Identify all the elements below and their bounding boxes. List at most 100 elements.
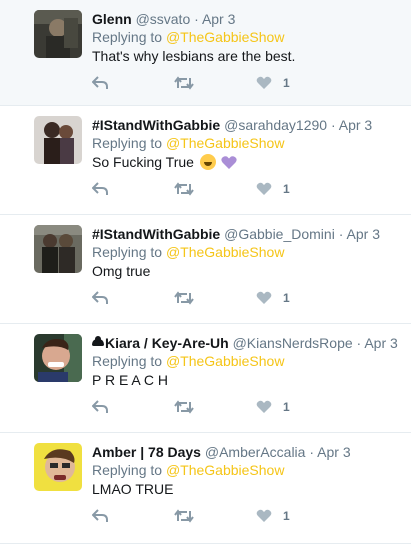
- mention-link[interactable]: @TheGabbieShow: [166, 462, 285, 478]
- mention-link[interactable]: @TheGabbieShow: [166, 244, 285, 260]
- replying-to: Replying to @TheGabbieShow: [92, 134, 284, 152]
- user-name[interactable]: #IStandWithGabbie: [92, 226, 220, 242]
- like-button[interactable]: 1: [256, 180, 290, 198]
- like-count: 1: [283, 182, 290, 196]
- tweet-date[interactable]: Apr 3: [202, 11, 235, 27]
- user-handle[interactable]: @ssvato: [136, 11, 191, 27]
- tweet-actions: 1: [92, 289, 312, 307]
- heart-icon: [256, 182, 272, 195]
- reply-icon: [92, 76, 108, 89]
- tweet-text: So Fucking True: [92, 153, 237, 171]
- avatar-photo: [34, 10, 82, 58]
- retweet-icon: [174, 182, 194, 196]
- tweet-header: #IStandWithGabbie @sarahday1290 · Apr 3: [92, 116, 403, 134]
- replying-to: Replying to @TheGabbieShow: [92, 28, 284, 46]
- separator: ·: [338, 226, 344, 242]
- like-count: 1: [283, 76, 290, 90]
- replying-to: Replying to @TheGabbieShow: [92, 243, 284, 261]
- reply-icon: [92, 509, 108, 522]
- user-handle[interactable]: @Gabbie_Domini: [224, 226, 335, 242]
- reply-button[interactable]: [92, 180, 108, 198]
- reply-icon: [92, 182, 108, 195]
- tweet[interactable]: #IStandWithGabbie @sarahday1290 · Apr 3 …: [0, 106, 411, 215]
- tweet-date[interactable]: Apr 3: [364, 335, 397, 351]
- reply-button[interactable]: [92, 398, 108, 416]
- tweet-feed: Glenn @ssvato · Apr 3 Replying to @TheGa…: [0, 0, 411, 544]
- reply-button[interactable]: [92, 74, 108, 92]
- avatar[interactable]: [34, 10, 82, 58]
- avatar[interactable]: [34, 443, 82, 491]
- user-handle[interactable]: @KiansNerdsRope: [233, 335, 353, 351]
- tweet-actions: 1: [92, 398, 312, 416]
- tears-of-joy-emoji: [199, 154, 216, 170]
- avatar[interactable]: [34, 225, 82, 273]
- replying-to: Replying to @TheGabbieShow: [92, 461, 284, 479]
- tweet-text: P R E A C H: [92, 372, 168, 388]
- avatar-photo: [34, 334, 82, 382]
- tweet-actions: 1: [92, 507, 312, 525]
- user-name[interactable]: Kiara / Key-Are-Uh: [105, 335, 229, 351]
- heart-icon: [256, 76, 272, 89]
- user-handle[interactable]: @sarahday1290: [224, 117, 327, 133]
- cloud-icon: [92, 336, 104, 346]
- mention-link[interactable]: @TheGabbieShow: [166, 29, 285, 45]
- replying-to: Replying to @TheGabbieShow: [92, 352, 284, 370]
- avatar-photo: [34, 225, 82, 273]
- reply-icon: [92, 400, 108, 413]
- like-count: 1: [283, 291, 290, 305]
- tweet-date[interactable]: Apr 3: [347, 226, 380, 242]
- tweet-date[interactable]: Apr 3: [317, 444, 350, 460]
- reply-button[interactable]: [92, 289, 108, 307]
- tweet-actions: 1: [92, 180, 312, 198]
- avatar[interactable]: [34, 116, 82, 164]
- tweet-header: Amber | 78 Days @AmberAccalia · Apr 3: [92, 443, 403, 461]
- tweet-actions: 1: [92, 74, 312, 92]
- retweet-icon: [174, 400, 194, 414]
- tweet-text: Omg true: [92, 263, 151, 279]
- purple-heart-emoji: [221, 156, 237, 169]
- tweet-header: Glenn @ssvato · Apr 3: [92, 10, 403, 28]
- retweet-button[interactable]: [174, 289, 194, 307]
- reply-button[interactable]: [92, 507, 108, 525]
- tweet-header: #IStandWithGabbie @Gabbie_Domini · Apr 3: [92, 225, 403, 243]
- replying-to-label: Replying to: [92, 135, 163, 151]
- separator: ·: [194, 11, 199, 27]
- mention-link[interactable]: @TheGabbieShow: [166, 353, 285, 369]
- tweet[interactable]: Kiara / Key-Are-Uh @KiansNerdsRope · Apr…: [0, 324, 411, 433]
- retweet-button[interactable]: [174, 180, 194, 198]
- mention-link[interactable]: @TheGabbieShow: [166, 135, 285, 151]
- tweet[interactable]: #IStandWithGabbie @Gabbie_Domini · Apr 3…: [0, 215, 411, 324]
- like-button[interactable]: 1: [256, 74, 290, 92]
- avatar[interactable]: [34, 334, 82, 382]
- separator: ·: [330, 117, 336, 133]
- separator: ·: [309, 444, 315, 460]
- tweet-text: LMAO TRUE: [92, 481, 174, 497]
- retweet-icon: [174, 509, 194, 523]
- like-count: 1: [283, 400, 290, 414]
- avatar-photo: [34, 443, 82, 491]
- user-handle[interactable]: @AmberAccalia: [205, 444, 306, 460]
- user-name[interactable]: Glenn: [92, 11, 132, 27]
- reply-icon: [92, 291, 108, 304]
- tweet-text: That's why lesbians are the best.: [92, 48, 296, 64]
- tweet-date[interactable]: Apr 3: [339, 117, 372, 133]
- retweet-icon: [174, 291, 194, 305]
- user-name[interactable]: #IStandWithGabbie: [92, 117, 220, 133]
- like-button[interactable]: 1: [256, 398, 290, 416]
- heart-icon: [256, 291, 272, 304]
- like-button[interactable]: 1: [256, 507, 290, 525]
- like-button[interactable]: 1: [256, 289, 290, 307]
- tweet-text-body: So Fucking True: [92, 154, 194, 170]
- retweet-icon: [174, 76, 194, 90]
- replying-to-label: Replying to: [92, 29, 163, 45]
- replying-to-label: Replying to: [92, 462, 163, 478]
- like-count: 1: [283, 509, 290, 523]
- replying-to-label: Replying to: [92, 244, 163, 260]
- avatar-photo: [34, 116, 82, 164]
- retweet-button[interactable]: [174, 398, 194, 416]
- retweet-button[interactable]: [174, 74, 194, 92]
- tweet[interactable]: Glenn @ssvato · Apr 3 Replying to @TheGa…: [0, 0, 411, 106]
- user-name[interactable]: Amber | 78 Days: [92, 444, 201, 460]
- retweet-button[interactable]: [174, 507, 194, 525]
- tweet[interactable]: Amber | 78 Days @AmberAccalia · Apr 3 Re…: [0, 433, 411, 544]
